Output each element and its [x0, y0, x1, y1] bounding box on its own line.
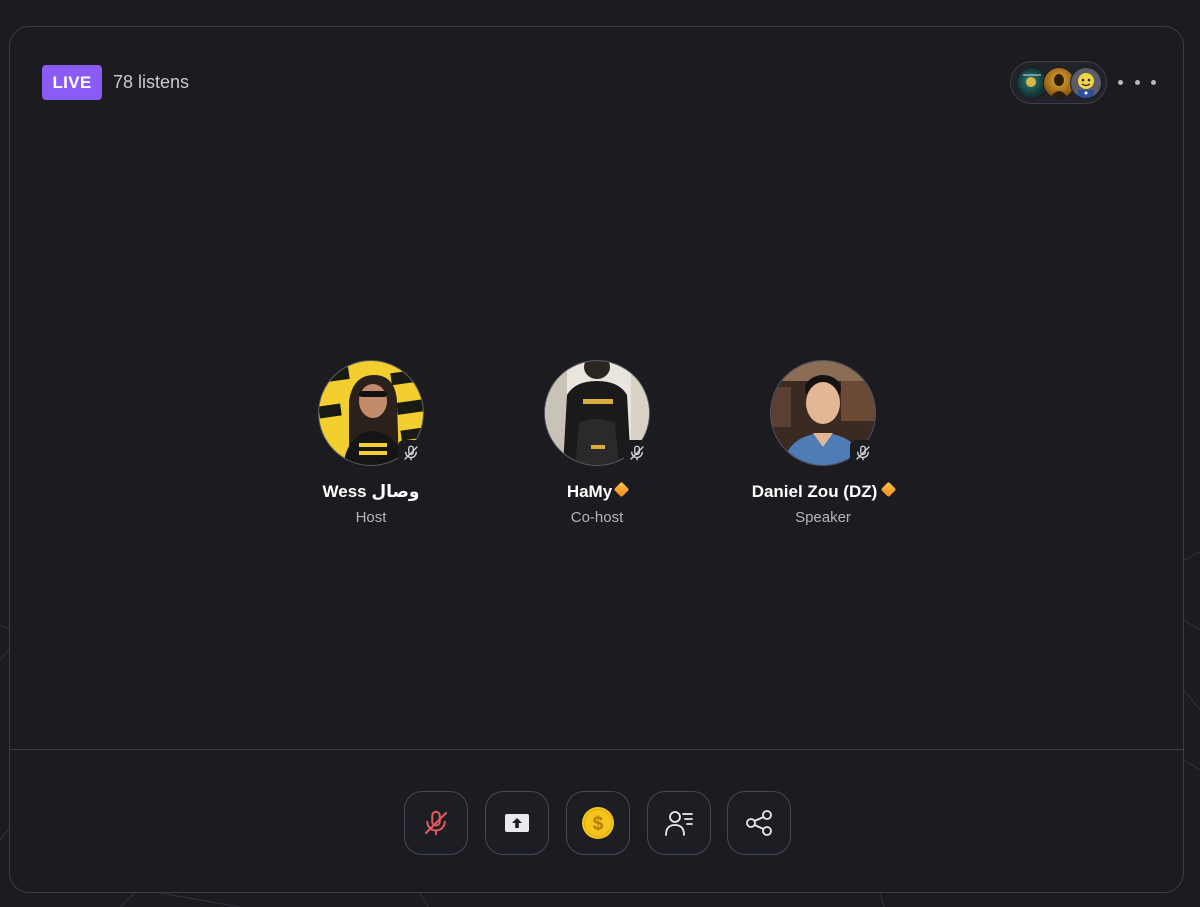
- muted-indicator: [398, 440, 424, 466]
- speaker-name: Daniel Zou (DZ): [723, 481, 923, 502]
- mic-off-icon: [404, 445, 418, 461]
- participants-icon: [665, 811, 693, 836]
- speaker-role: Speaker: [795, 509, 851, 526]
- share-button[interactable]: [727, 791, 791, 855]
- participants-button[interactable]: [647, 791, 711, 855]
- speaker-role: Co-host: [570, 509, 624, 526]
- listens-count: 78 listens: [113, 72, 190, 92]
- speaker-speaker[interactable]: Daniel Zou (DZ) Speaker: [723, 360, 923, 526]
- more-dot: [1151, 79, 1156, 85]
- live-audio-room: LIVE 78 listens Wess وصال Host HaMy Co-h…: [9, 26, 1184, 893]
- room-controls: $: [10, 749, 1183, 892]
- mic-off-icon: [630, 445, 644, 461]
- svg-text:$: $: [593, 814, 604, 835]
- muted-indicator: [624, 440, 650, 466]
- tip-button[interactable]: $: [566, 791, 630, 855]
- more-options-button[interactable]: [1118, 71, 1156, 93]
- verified-diamond-icon: [881, 481, 897, 498]
- listener-avatars[interactable]: [1010, 61, 1107, 104]
- share-screen-button[interactable]: [485, 791, 549, 855]
- speaker-role: Host: [355, 509, 387, 526]
- speaker-host[interactable]: Wess وصال Host: [271, 360, 471, 526]
- verified-diamond-icon: [613, 481, 630, 498]
- speaker-cohost[interactable]: HaMy Co-host: [497, 360, 697, 526]
- room-header: LIVE 78 listens: [42, 65, 189, 100]
- muted-indicator: [850, 440, 876, 466]
- speaker-name: HaMy: [497, 481, 697, 502]
- mic-off-icon: [425, 810, 447, 836]
- mic-off-icon: [856, 445, 870, 461]
- share-icon: [746, 810, 772, 836]
- listener-avatar: [1070, 67, 1102, 99]
- more-dot: [1118, 79, 1123, 85]
- speaker-name: Wess وصال: [322, 482, 420, 501]
- mic-toggle-button[interactable]: [404, 791, 468, 855]
- live-badge: LIVE: [42, 65, 102, 100]
- share-screen-icon: [505, 814, 529, 832]
- more-dot: [1134, 79, 1140, 85]
- tip-coin-icon: $: [582, 807, 614, 839]
